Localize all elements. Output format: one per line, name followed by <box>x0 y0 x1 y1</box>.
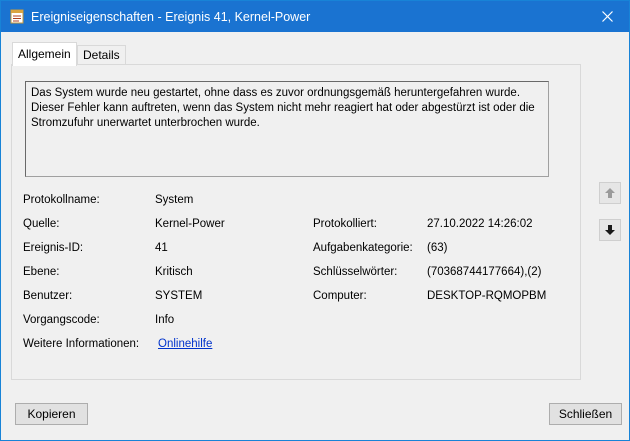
protokollname-value: System <box>155 194 194 206</box>
copy-button[interactable]: Kopieren <box>15 403 88 425</box>
computer-label: Computer: <box>313 290 367 302</box>
tab-allgemein-label: Allgemein <box>18 47 71 61</box>
vorgangscode-label: Vorgangscode: <box>23 314 100 326</box>
arrow-up-icon <box>605 188 615 198</box>
tab-details-label: Details <box>83 48 120 62</box>
close-window-button[interactable] <box>585 1 629 32</box>
description-line: Das System wurde neu gestartet, ohne das… <box>31 87 521 99</box>
title-bar[interactable]: Ereigniseigenschaften - Ereignis 41, Ker… <box>1 1 629 32</box>
computer-value: DESKTOP-RQMOPBM <box>427 290 547 302</box>
window-title: Ereigniseigenschaften - Ereignis 41, Ker… <box>31 10 311 24</box>
aufgabenkategorie-label: Aufgabenkategorie: <box>313 242 413 254</box>
event-description[interactable]: Das System wurde neu gestartet, ohne das… <box>25 81 549 177</box>
quelle-label: Quelle: <box>23 218 60 230</box>
benutzer-label: Benutzer: <box>23 290 73 302</box>
onlinehilfe-link[interactable]: Onlinehilfe <box>158 337 212 351</box>
weitere-informationen-label: Weitere Informationen: <box>23 338 140 350</box>
close-button[interactable]: Schließen <box>549 403 622 425</box>
protokolliert-label: Protokolliert: <box>313 218 377 230</box>
ereignis-id-label: Ereignis-ID: <box>23 242 84 254</box>
tab-allgemein[interactable]: Allgemein <box>12 42 77 66</box>
protokollname-label: Protokollname: <box>23 194 100 206</box>
vorgangscode-value: Info <box>155 314 175 326</box>
schluesselwoerter-value: (70368744177664),(2) <box>427 266 542 278</box>
protokolliert-value: 27.10.2022 14:26:02 <box>427 218 533 230</box>
benutzer-value: SYSTEM <box>155 290 203 302</box>
ebene-value: Kritisch <box>155 266 193 278</box>
close-icon <box>601 11 613 22</box>
description-line: Dieser Fehler kann auftreten, wenn das S… <box>31 102 535 114</box>
previous-event-button[interactable] <box>599 182 621 204</box>
schluesselwoerter-label: Schlüsselwörter: <box>313 266 398 278</box>
event-properties-icon <box>10 9 24 24</box>
quelle-value: Kernel-Power <box>155 218 225 230</box>
copy-button-label: Kopieren <box>27 407 76 421</box>
aufgabenkategorie-value: (63) <box>427 242 448 254</box>
arrow-down-icon <box>605 225 615 235</box>
event-properties-window: Ereigniseigenschaften - Ereignis 41, Ker… <box>0 0 630 441</box>
description-line: Stromzufuhr unerwartet unterbrochen wurd… <box>31 117 260 129</box>
tab-details[interactable]: Details <box>77 45 126 65</box>
next-event-button[interactable] <box>599 219 621 241</box>
ebene-label: Ebene: <box>23 266 60 278</box>
close-button-label: Schließen <box>558 407 613 421</box>
ereignis-id-value: 41 <box>155 242 168 254</box>
